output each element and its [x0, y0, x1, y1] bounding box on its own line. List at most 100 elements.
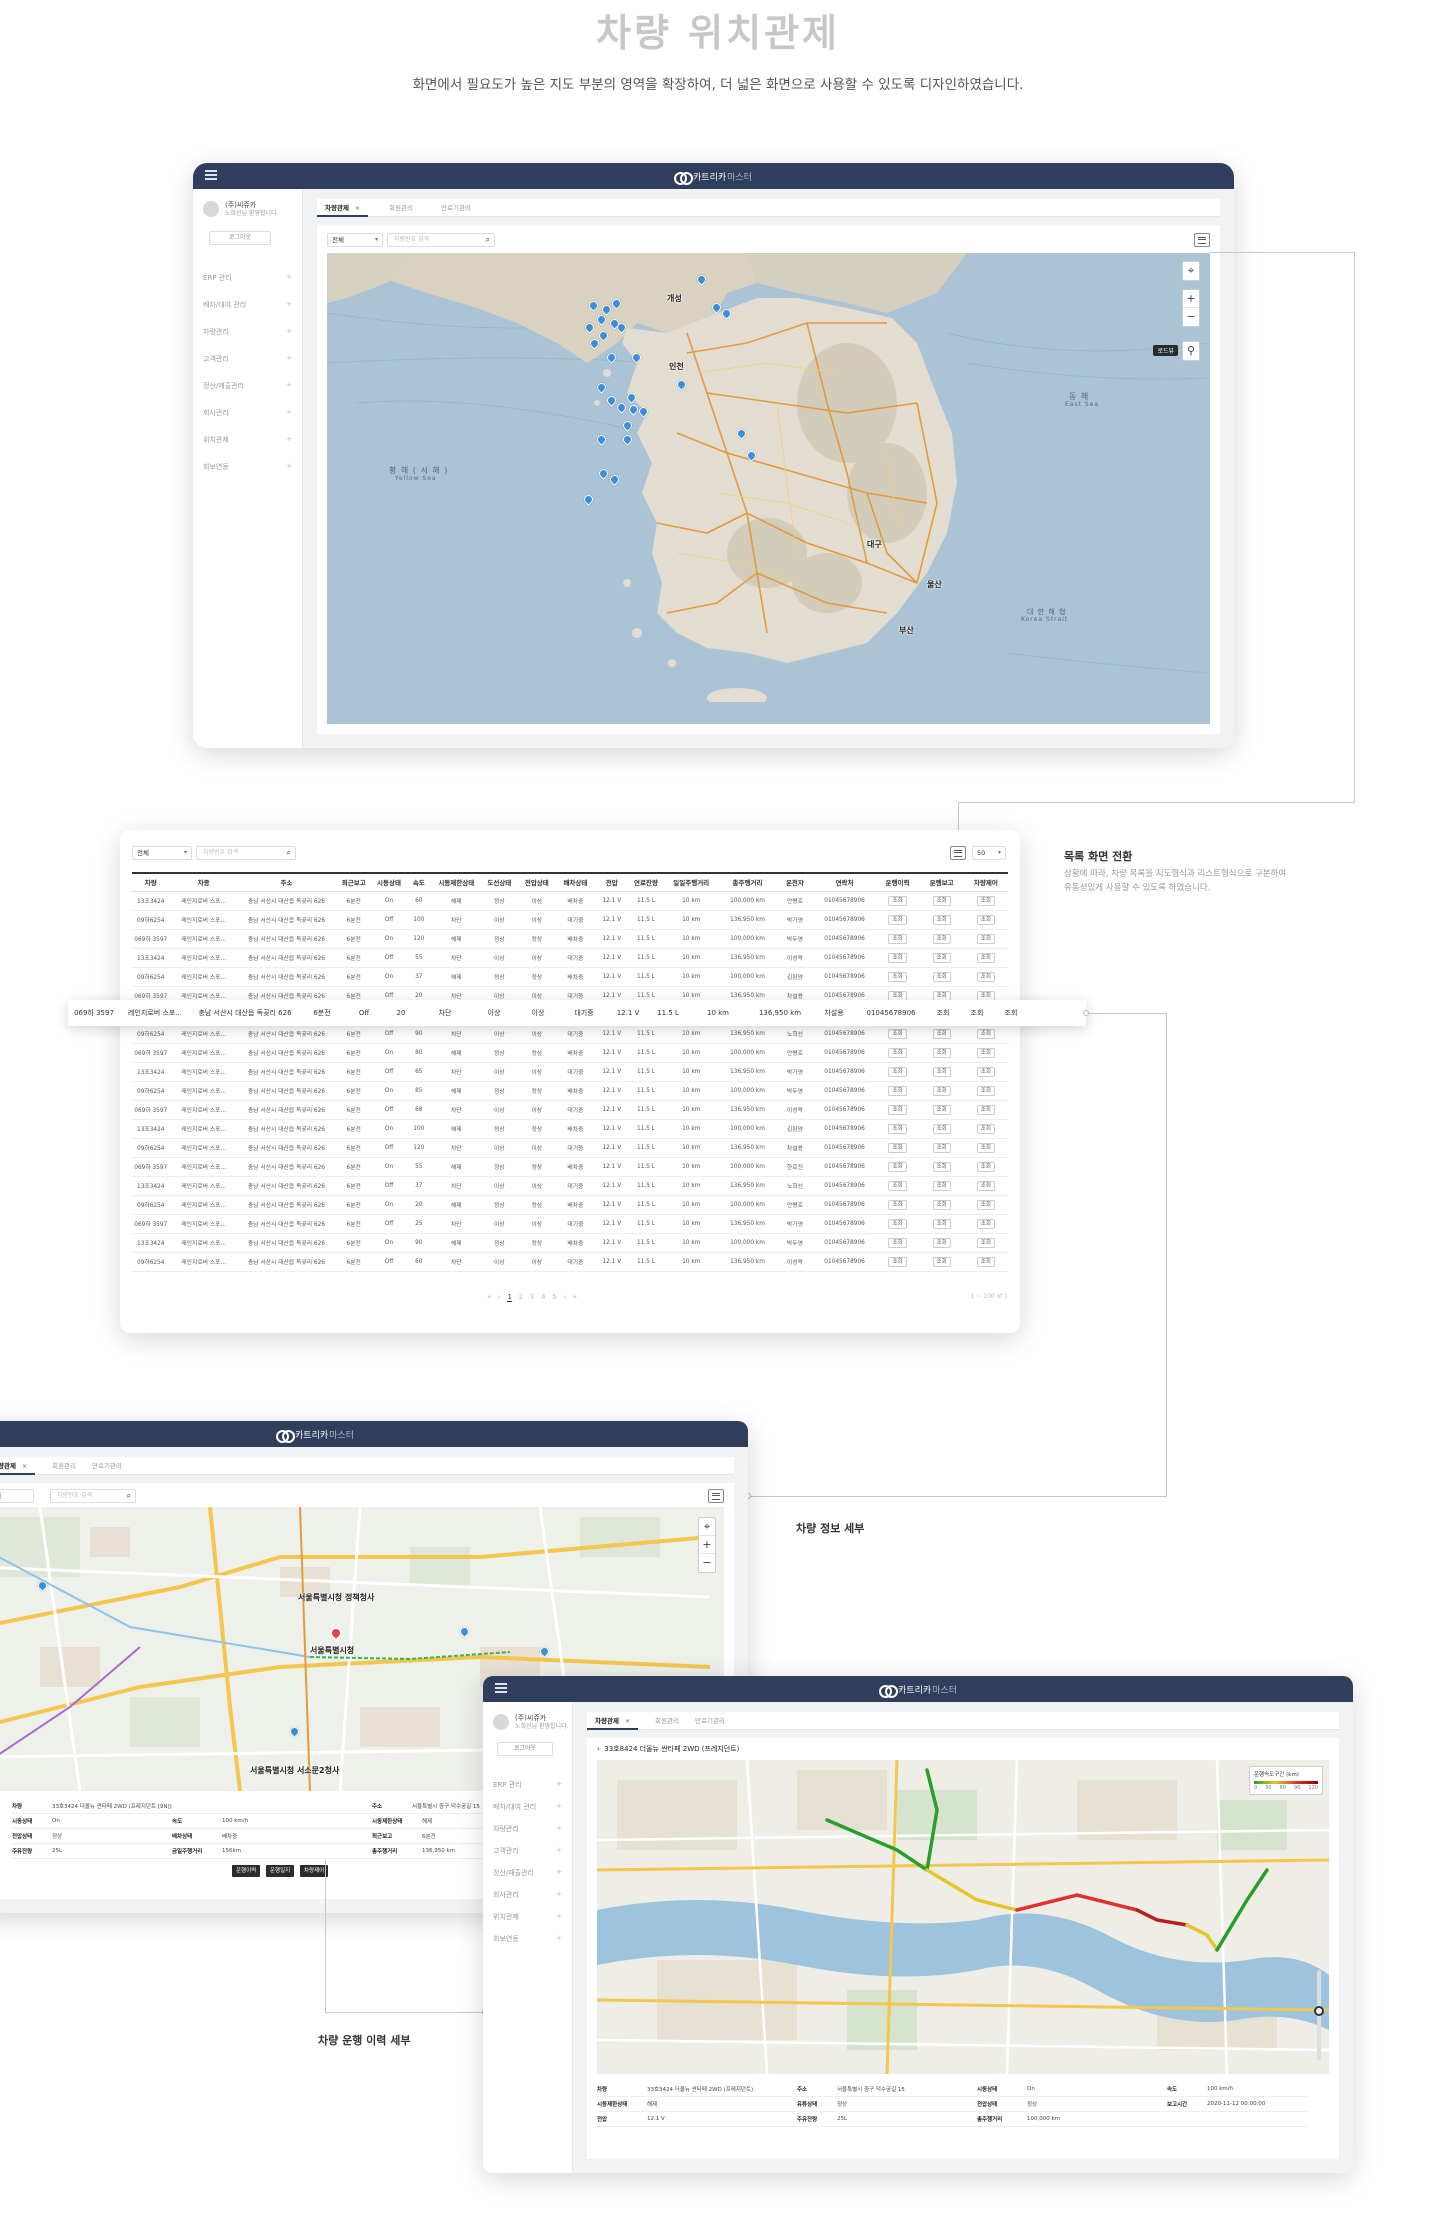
- view-button[interactable]: 조회: [932, 1218, 951, 1229]
- view-button[interactable]: 조회: [976, 1104, 995, 1115]
- tab-expiry[interactable]: 만료기관리: [84, 1457, 130, 1475]
- table-cell[interactable]: 조회: [875, 1024, 920, 1044]
- tab-members[interactable]: 회원관리: [647, 1712, 687, 1730]
- filter-select[interactable]: 전체: [0, 1489, 34, 1503]
- timeline-slider-handle[interactable]: [1314, 2006, 1324, 2016]
- table-cell[interactable]: 조회: [875, 1100, 920, 1120]
- view-button[interactable]: 조회: [932, 1142, 951, 1153]
- view-button[interactable]: 조회: [976, 1028, 995, 1039]
- view-button[interactable]: 조회: [932, 1180, 951, 1191]
- table-cell[interactable]: 조회: [963, 1081, 1008, 1101]
- view-button[interactable]: 조회: [888, 1028, 907, 1039]
- table-row[interactable]: 09하6254 레인지로버 스포... 충남 서산시 대산읍 독곶리 626 6분전 O…: [132, 1195, 1008, 1215]
- view-button[interactable]: 조회: [888, 1218, 907, 1229]
- logout-button[interactable]: 로그아웃: [497, 1742, 553, 1756]
- prev-page-button[interactable]: ‹: [498, 1293, 501, 1301]
- sidebar-item-report[interactable]: 회보연동 +: [203, 462, 292, 474]
- close-icon[interactable]: ×: [22, 1462, 27, 1470]
- view-button[interactable]: 조회: [976, 1085, 995, 1096]
- table-row[interactable]: 09하6254 레인지로버 스포... 충남 서산시 대산읍 독곶리 626 6분전 O…: [132, 910, 1008, 930]
- map-pin-icon[interactable]: ⚲: [1183, 342, 1199, 360]
- view-button[interactable]: 조회: [888, 914, 907, 925]
- sidebar-item-report[interactable]: 회보연동 +: [493, 1934, 562, 1946]
- crosshair-icon[interactable]: ⌖: [1183, 262, 1199, 280]
- sidebar-item-company[interactable]: 회사관리 +: [493, 1890, 562, 1902]
- back-chevron-icon[interactable]: ‹: [597, 1745, 600, 1753]
- table-cell[interactable]: 조회: [963, 1176, 1008, 1196]
- table-cell[interactable]: 조회: [875, 1233, 920, 1253]
- search-icon[interactable]: ⌕: [287, 847, 291, 859]
- view-button[interactable]: 조회: [932, 1123, 951, 1134]
- view-button[interactable]: 조회: [932, 1085, 951, 1096]
- table-row[interactable]: 09하6254 레인지로버 스포... 충남 서산시 대산읍 독곶리 626 6분전 O…: [132, 1138, 1008, 1158]
- table-cell[interactable]: 조회: [875, 891, 920, 911]
- sidebar-item-location[interactable]: 위치관제 +: [493, 1912, 562, 1924]
- table-row[interactable]: 069하 3597 레인지로버 스포... 충남 서산시 대산읍 독곶리 626 6분…: [132, 929, 1008, 949]
- search-input[interactable]: 차량번호 검색 ⌕: [387, 233, 495, 247]
- table-cell[interactable]: 조회: [963, 1138, 1008, 1158]
- view-button[interactable]: 조회: [888, 1237, 907, 1248]
- list-filter-select[interactable]: 전체 ▾: [132, 846, 192, 860]
- view-button[interactable]: 조회: [994, 1008, 1028, 1018]
- table-cell[interactable]: 조회: [875, 910, 920, 930]
- tab-expiry[interactable]: 만료기관리: [687, 1712, 733, 1730]
- table-cell[interactable]: 조회: [919, 1062, 964, 1082]
- table-cell[interactable]: 조회: [875, 1081, 920, 1101]
- table-cell[interactable]: 조회: [919, 1024, 964, 1044]
- page-button-4[interactable]: 4: [541, 1293, 545, 1301]
- tab-vehicle-control[interactable]: 차량관제 ×: [0, 1457, 36, 1475]
- view-button[interactable]: 조회: [932, 1161, 951, 1172]
- table-cell[interactable]: 조회: [963, 1157, 1008, 1177]
- timeline-slider[interactable]: [1314, 1970, 1324, 2060]
- table-cell[interactable]: 조회: [963, 948, 1008, 968]
- table-cell[interactable]: 조회: [875, 1176, 920, 1196]
- view-button[interactable]: 조회: [932, 1256, 951, 1267]
- next-page-button[interactable]: ›: [563, 1293, 566, 1301]
- list-search-input[interactable]: 차량번호 검색 ⌕: [196, 846, 296, 860]
- view-button[interactable]: 조회: [932, 914, 951, 925]
- table-row[interactable]: 13조3424 레인지로버 스포... 충남 서산시 대산읍 독곶리 626 6분전 O…: [132, 1233, 1008, 1253]
- view-button[interactable]: 조회: [888, 971, 907, 982]
- view-button[interactable]: 조회: [932, 971, 951, 982]
- vehicle-control-button[interactable]: 차량제어: [300, 1865, 329, 1877]
- table-cell[interactable]: 조회: [963, 1024, 1008, 1044]
- page-size-select[interactable]: 50 ▾: [972, 846, 1006, 860]
- view-button[interactable]: 조회: [932, 933, 951, 944]
- table-cell[interactable]: 조회: [963, 967, 1008, 987]
- view-button[interactable]: 조회: [888, 1085, 907, 1096]
- table-cell[interactable]: 조회: [963, 891, 1008, 911]
- table-row[interactable]: 069하 3597 레인지로버 스포... 충남 서산시 대산읍 독곶리 626 6분…: [132, 1214, 1008, 1234]
- table-row[interactable]: 13조3424 레인지로버 스포... 충남 서산시 대산읍 독곶리 626 6분전 O…: [132, 891, 1008, 911]
- table-cell[interactable]: 조회: [875, 1157, 920, 1177]
- table-cell[interactable]: 조회: [919, 929, 964, 949]
- roadview-control[interactable]: ⚲: [1182, 341, 1200, 361]
- table-cell[interactable]: 조회: [963, 1119, 1008, 1139]
- zoom-out-button[interactable]: −: [1183, 308, 1199, 326]
- table-row[interactable]: 069하 3597 레인지로버 스포... 충남 서산시 대산읍 독곶리 626 6분…: [132, 1157, 1008, 1177]
- search-icon[interactable]: ⌕: [486, 234, 490, 246]
- table-cell[interactable]: 조회: [963, 1043, 1008, 1063]
- view-button[interactable]: 조회: [976, 933, 995, 944]
- zoom-in-button[interactable]: +: [1183, 290, 1199, 308]
- table-cell[interactable]: 조회: [963, 1062, 1008, 1082]
- view-button[interactable]: 조회: [888, 952, 907, 963]
- view-button[interactable]: 조회: [932, 895, 951, 906]
- view-button[interactable]: 조회: [976, 914, 995, 925]
- view-button[interactable]: 조회: [976, 1066, 995, 1077]
- table-cell[interactable]: 조회: [875, 1214, 920, 1234]
- view-button[interactable]: 조회: [926, 1008, 960, 1018]
- view-button[interactable]: 조회: [976, 1199, 995, 1210]
- last-page-button[interactable]: »: [573, 1293, 577, 1301]
- view-button[interactable]: 조회: [932, 952, 951, 963]
- table-row[interactable]: 09하6254 레인지로버 스포... 충남 서산시 대산읍 독곶리 626 6분전 O…: [132, 1024, 1008, 1044]
- view-button[interactable]: 조회: [888, 1161, 907, 1172]
- view-button[interactable]: 조회: [932, 1047, 951, 1058]
- map-view-toggle[interactable]: [950, 846, 966, 860]
- search-icon[interactable]: ⌕: [127, 1490, 131, 1502]
- view-button[interactable]: 조회: [960, 1008, 994, 1018]
- table-cell[interactable]: 조회: [875, 1252, 920, 1272]
- table-row[interactable]: 069하 3597 레인지로버 스포... 충남 서산시 대산읍 독곶리 626 6분…: [132, 1100, 1008, 1120]
- view-button[interactable]: 조회: [932, 1066, 951, 1077]
- table-cell[interactable]: 조회: [875, 1062, 920, 1082]
- highlighted-row[interactable]: 069하 3597 레인지로버 스포... 충남 서산시 대산읍 독곶리 626 6분…: [68, 1000, 1086, 1026]
